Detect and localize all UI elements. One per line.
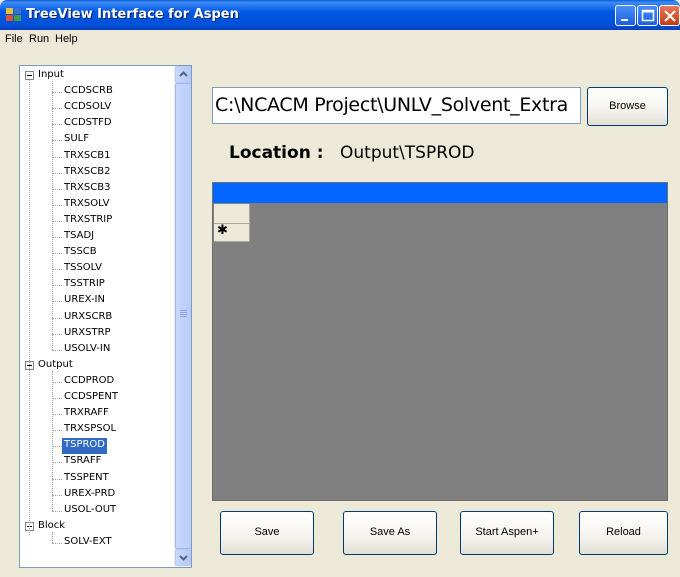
tree-item-trxraff[interactable]: TRXRAFF	[62, 406, 111, 422]
menu-bar: File Run Help	[0, 30, 680, 50]
data-grid[interactable]: ✱	[212, 182, 668, 501]
tree-item-trxstrip[interactable]: TRXSTRIP	[62, 213, 114, 229]
tree-item-ccdstfd[interactable]: CCDSTFD	[62, 116, 114, 132]
minimize-button[interactable]	[615, 5, 636, 26]
tree-item-tsprod[interactable]: TSPROD	[62, 438, 108, 455]
menu-file[interactable]: File	[5, 33, 23, 45]
tree-item-tssolv[interactable]: TSSOLV	[62, 261, 104, 277]
menu-help[interactable]: Help	[55, 33, 78, 45]
tree-item-trxsolv[interactable]: TRXSOLV	[62, 197, 111, 213]
window-title: TreeView Interface for Aspen	[26, 7, 239, 22]
save-button[interactable]: Save	[220, 511, 314, 555]
maximize-button[interactable]	[637, 5, 658, 26]
tree-item-tsscb[interactable]: TSSCB	[62, 245, 99, 261]
save-as-button-label: Save As	[369, 526, 411, 538]
minimize-icon	[621, 19, 628, 21]
location-value: Output\TSPROD	[340, 143, 475, 163]
tree-item-trxscb1[interactable]: TRXSCB1	[62, 149, 112, 165]
grid-new-row-header[interactable]: ✱	[214, 223, 250, 242]
app-window: TreeView Interface for Aspen File Run He…	[0, 0, 680, 577]
path-input[interactable]: C:\NCACM Project\UNLV_Solvent_Extra	[212, 87, 581, 124]
menu-run[interactable]: Run	[29, 33, 49, 45]
browse-button-label: Browse	[609, 100, 646, 112]
save-as-button[interactable]: Save As	[343, 511, 437, 555]
tree-item-urex-prd[interactable]: UREX-PRD	[62, 487, 117, 503]
new-row-icon: ✱	[217, 223, 228, 238]
tree-item-tsadj[interactable]: TSADJ	[62, 229, 96, 245]
grid-column-header	[214, 204, 250, 224]
maximize-icon	[641, 9, 655, 22]
tree-item-usol-out[interactable]: USOL-OUT	[62, 503, 118, 519]
save-button-label: Save	[254, 526, 280, 538]
grid-caption-bar	[213, 183, 667, 203]
tree-item-trxspsol[interactable]: TRXSPSOL	[62, 422, 118, 438]
tree-group-output[interactable]: Output	[38, 358, 73, 374]
tree-item-tsspent[interactable]: TSSPENT	[62, 471, 111, 487]
tree-item-solv-ext[interactable]: SOLV-EXT	[62, 535, 114, 551]
scroll-down-button[interactable]	[175, 549, 191, 566]
tree-item-usolv-in[interactable]: USOLV-IN	[62, 342, 112, 358]
scroll-thumb[interactable]	[175, 83, 191, 549]
tree-item-sulf[interactable]: SULF	[62, 132, 91, 148]
app-icon	[6, 8, 21, 22]
tree-item-urex-in[interactable]: UREX-IN	[62, 293, 107, 309]
tree-item-urxstrp[interactable]: URXSTRP	[62, 326, 113, 342]
tree-view[interactable]: Input CCDSCRB CCDSOLV CCDSTFD SULF TRXSCB1 TRX…	[19, 65, 192, 568]
tree-item-trxscb3[interactable]: TRXSCB3	[62, 181, 112, 197]
browse-button[interactable]: Browse	[587, 87, 668, 126]
start-aspen-button[interactable]: Start Aspen+	[460, 511, 554, 555]
location-label: Location :	[229, 143, 324, 163]
title-bar[interactable]: TreeView Interface for Aspen	[0, 0, 680, 30]
tree-scrollbar[interactable]	[174, 66, 191, 567]
scroll-up-button[interactable]	[175, 66, 191, 83]
tree-item-ccdspent[interactable]: CCDSPENT	[62, 390, 120, 406]
tree-item-tsraff[interactable]: TSRAFF	[62, 454, 103, 470]
tree-item-ccdsolv[interactable]: CCDSOLV	[62, 100, 113, 116]
chevron-down-icon	[179, 555, 188, 561]
reload-button[interactable]: Reload	[579, 511, 668, 555]
tree-expander-input[interactable]	[25, 71, 34, 80]
tree-item-ccdprod[interactable]: CCDPROD	[62, 374, 116, 390]
tree-item-tsstrip[interactable]: TSSTRIP	[62, 277, 107, 293]
reload-button-label: Reload	[606, 526, 641, 538]
tree-group-input[interactable]: Input	[38, 68, 64, 84]
tree-item-ccdscrb[interactable]: CCDSCRB	[62, 84, 115, 100]
chevron-up-icon	[179, 71, 188, 77]
path-value: C:\NCACM Project\UNLV_Solvent_Extra	[215, 94, 568, 116]
tree-item-trxscb2[interactable]: TRXSCB2	[62, 165, 112, 181]
tree-item-urxscrb[interactable]: URXSCRB	[62, 310, 114, 326]
start-aspen-button-label: Start Aspen+	[475, 526, 539, 538]
close-button[interactable]	[659, 5, 680, 26]
close-icon	[664, 10, 676, 22]
